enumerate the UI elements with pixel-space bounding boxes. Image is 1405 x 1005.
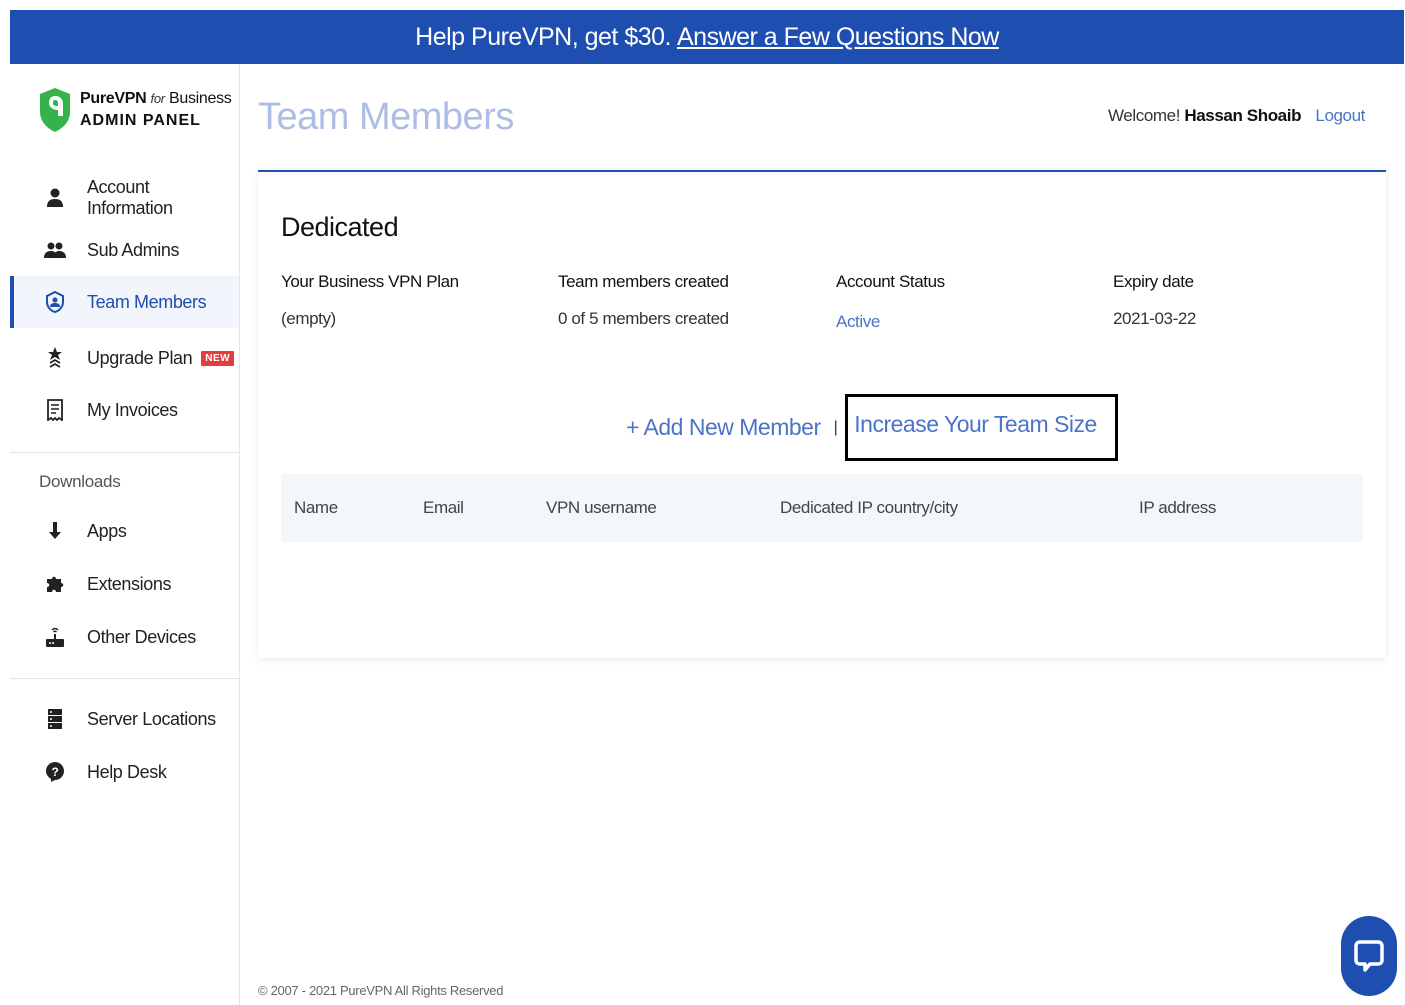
increase-team-size-button[interactable]: Increase Your Team Size xyxy=(845,394,1118,461)
nav-label: My Invoices xyxy=(87,399,178,420)
info-label: Account Status xyxy=(836,272,945,291)
nav-upgrade-plan[interactable]: Upgrade Plan NEW xyxy=(10,332,239,384)
nav-label: Upgrade Plan xyxy=(87,347,193,368)
nav-extensions[interactable]: Extensions xyxy=(10,558,239,610)
info-value: 0 of 5 members created xyxy=(558,309,729,328)
info-members: Team members created 0 of 5 members crea… xyxy=(558,272,818,329)
sidebar-divider xyxy=(10,452,239,453)
nav-apps[interactable]: Apps xyxy=(10,505,239,557)
nav-team-members[interactable]: Team Members xyxy=(10,276,239,328)
svg-text:?: ? xyxy=(52,765,59,779)
banner-text: Help PureVPN, get $30. xyxy=(415,22,671,51)
invoice-icon xyxy=(44,399,66,421)
info-label: Your Business VPN Plan xyxy=(281,272,459,291)
team-card: Dedicated Your Business VPN Plan (empty)… xyxy=(258,170,1386,658)
router-icon xyxy=(44,626,66,648)
welcome-text: Welcome! xyxy=(1107,106,1181,125)
column-header: VPN username xyxy=(546,498,657,517)
info-value: (empty) xyxy=(281,309,336,328)
info-plan: Your Business VPN Plan (empty) xyxy=(281,272,541,329)
welcome-area: Welcome! Hassan Shoaib Logout xyxy=(1108,106,1365,126)
column-header: Email xyxy=(423,498,464,517)
page-title: Team Members xyxy=(258,96,514,138)
column-header: Dedicated IP country/city xyxy=(780,498,958,517)
purevpn-logo-icon xyxy=(40,88,70,132)
logout-link[interactable]: Logout xyxy=(1315,106,1365,125)
sidebar: PureVPN for Business ADMIN PANEL Account… xyxy=(10,64,240,1005)
brand-business: Business xyxy=(168,90,232,107)
brand-logo[interactable]: PureVPN for Business ADMIN PANEL xyxy=(38,86,232,134)
info-expiry: Expiry date 2021-03-22 xyxy=(1113,272,1373,329)
nav-label: Other Devices xyxy=(87,626,196,647)
nav-label: Server Locations xyxy=(87,708,216,729)
chat-button[interactable] xyxy=(1341,916,1397,996)
info-status: Account Status Active xyxy=(836,272,1096,332)
nav-my-invoices[interactable]: My Invoices xyxy=(10,384,239,436)
add-member-button[interactable]: + Add New Member xyxy=(626,414,821,441)
brand-for: for xyxy=(150,91,166,106)
nav-label: Extensions xyxy=(87,573,172,594)
help-icon: ? xyxy=(44,761,66,783)
new-badge: NEW xyxy=(201,350,235,366)
member-actions: + Add New Member | Increase Your Team Si… xyxy=(626,394,1118,461)
upgrade-icon xyxy=(44,347,66,369)
nav-sub-admins[interactable]: Sub Admins xyxy=(10,224,239,276)
plan-title: Dedicated xyxy=(281,212,399,242)
nav-label: Sub Admins xyxy=(87,239,180,260)
downloads-label: Downloads xyxy=(39,472,121,491)
status-badge: Active xyxy=(836,312,880,331)
members-table-header: Name Email VPN username Dedicated IP cou… xyxy=(281,474,1363,542)
info-label: Team members created xyxy=(558,272,729,291)
puzzle-icon xyxy=(44,573,66,595)
team-icon xyxy=(44,291,66,313)
survey-link[interactable]: Answer a Few Questions Now xyxy=(677,23,999,52)
brand-name: PureVPN xyxy=(80,90,147,107)
chat-icon xyxy=(1354,940,1384,972)
nav-label: Account Information xyxy=(86,177,173,218)
action-separator: | xyxy=(833,418,838,436)
info-label: Expiry date xyxy=(1113,272,1194,291)
sidebar-divider xyxy=(10,678,239,679)
user-name: Hassan Shoaib xyxy=(1184,106,1302,125)
nav-label: Team Members xyxy=(87,291,207,312)
column-header: Name xyxy=(294,498,338,517)
nav-label: Help Desk xyxy=(87,761,167,782)
top-banner: Help PureVPN, get $30. Answer a Few Ques… xyxy=(10,10,1404,64)
users-icon xyxy=(44,239,66,261)
info-value: 2021-03-22 xyxy=(1113,309,1196,328)
user-icon xyxy=(44,187,66,209)
nav-label: Apps xyxy=(87,520,127,541)
nav-server-locations[interactable]: Server Locations xyxy=(10,693,239,745)
nav-other-devices[interactable]: Other Devices xyxy=(10,611,239,663)
nav-help-desk[interactable]: ? Help Desk xyxy=(10,746,239,798)
column-header: IP address xyxy=(1139,498,1216,517)
footer-copyright: © 2007 - 2021 PureVPN All Rights Reserve… xyxy=(258,983,504,998)
nav-account-information[interactable]: Account Information xyxy=(10,172,239,224)
server-icon xyxy=(44,708,66,730)
arrow-down-icon xyxy=(44,520,66,542)
brand-panel: ADMIN PANEL xyxy=(80,112,201,129)
